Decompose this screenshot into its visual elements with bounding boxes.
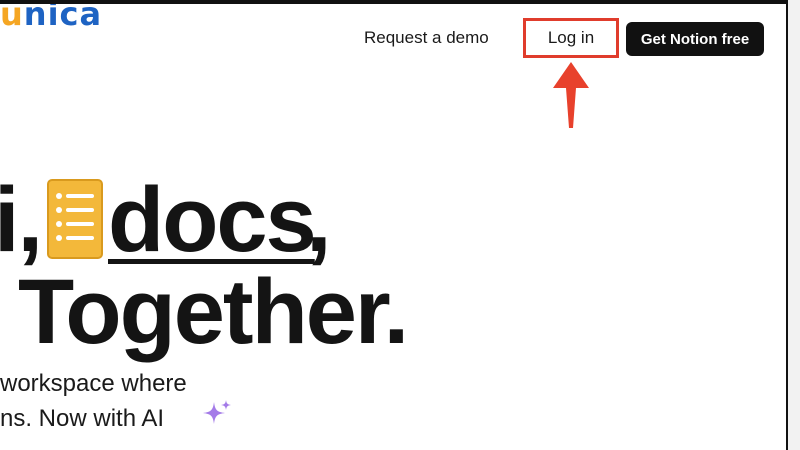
logo-rest: nica <box>23 4 103 33</box>
window-edge <box>786 0 800 450</box>
screenshot-frame: unica Request a demo Log in Get Notion f… <box>0 0 800 450</box>
logo-first-letter: u <box>0 4 24 33</box>
unica-logo: unica <box>0 4 102 30</box>
notion-landing-page: unica Request a demo Log in Get Notion f… <box>0 4 786 450</box>
hero-docs-word: docs <box>108 169 317 271</box>
login-button[interactable]: Log in <box>523 18 619 58</box>
hero-line1-prefix: i, <box>0 169 43 271</box>
request-demo-link[interactable]: Request a demo <box>364 28 489 48</box>
hero-subtitle-line2: ns. Now with AI <box>0 405 165 432</box>
hero-headline-line2: Together. <box>18 261 409 363</box>
login-label: Log in <box>547 28 595 47</box>
document-list-icon <box>47 179 103 259</box>
sparkle-icon <box>203 400 231 424</box>
hero-subtitle-line1: workspace where <box>0 370 187 397</box>
window-edge-line <box>786 0 788 450</box>
arrow-up-icon <box>553 62 589 128</box>
hero-line1-suffix: , <box>306 169 332 271</box>
cta-label: Get Notion free <box>640 30 750 48</box>
get-notion-free-button[interactable]: Get Notion free <box>626 22 764 56</box>
